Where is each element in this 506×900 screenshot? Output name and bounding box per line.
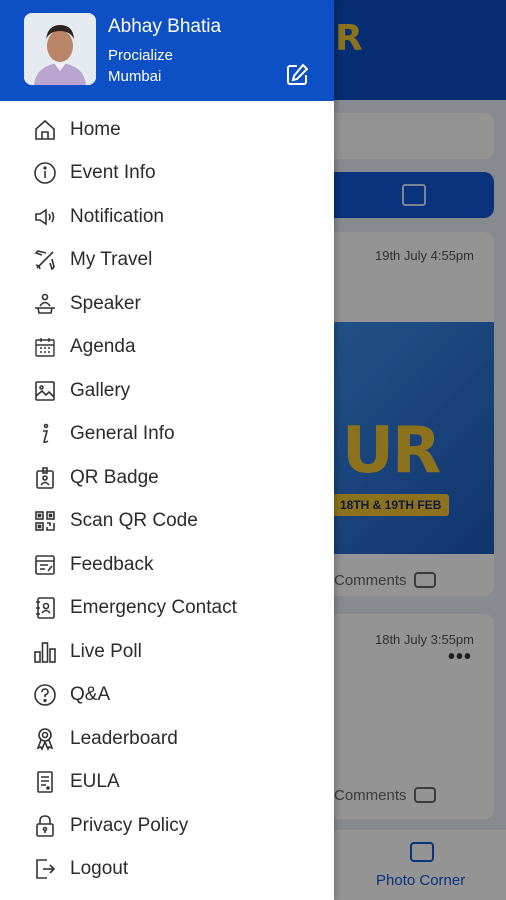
info-icon <box>32 160 58 186</box>
menu-item-qr-badge[interactable]: QR Badge <box>0 456 334 500</box>
calendar-icon <box>32 334 58 360</box>
avatar[interactable] <box>24 13 96 85</box>
info-italic-icon <box>32 421 58 447</box>
menu-item-general-info[interactable]: General Info <box>0 413 334 457</box>
menu-item-emergency-contact[interactable]: Emergency Contact <box>0 587 334 631</box>
drawer-menu: Home Event Info Notification My Travel S… <box>0 108 334 891</box>
menu-item-notification[interactable]: Notification <box>0 195 334 239</box>
menu-item-home[interactable]: Home <box>0 108 334 152</box>
menu-item-event-info[interactable]: Event Info <box>0 152 334 196</box>
menu-label: Feedback <box>70 553 154 575</box>
menu-item-eula[interactable]: EULA <box>0 761 334 805</box>
user-city: Mumbai <box>108 68 162 85</box>
menu-label: General Info <box>70 423 175 445</box>
home-icon <box>32 117 58 143</box>
profile-header: Abhay Bhatia Procialize Mumbai <box>0 0 334 101</box>
menu-label: Emergency Contact <box>70 597 237 619</box>
feedback-icon <box>32 552 58 578</box>
menu-item-my-travel[interactable]: My Travel <box>0 239 334 283</box>
menu-label: Scan QR Code <box>70 510 198 532</box>
menu-label: Gallery <box>70 379 131 401</box>
trophy-icon <box>32 726 58 752</box>
image-icon <box>32 378 58 404</box>
menu-label: Live Poll <box>70 640 142 662</box>
menu-item-scan-qr-code[interactable]: Scan QR Code <box>0 500 334 544</box>
menu-label: Q&A <box>70 684 111 706</box>
menu-item-feedback[interactable]: Feedback <box>0 543 334 587</box>
menu-label: Home <box>70 118 121 140</box>
menu-label: EULA <box>70 771 120 793</box>
user-name: Abhay Bhatia <box>108 16 222 37</box>
menu-label: Logout <box>70 858 129 880</box>
qr-icon <box>32 508 58 534</box>
menu-label: Notification <box>70 205 164 227</box>
menu-item-leaderboard[interactable]: Leaderboard <box>0 717 334 761</box>
menu-item-speaker[interactable]: Speaker <box>0 282 334 326</box>
speaker-icon <box>32 204 58 230</box>
lock-icon <box>32 813 58 839</box>
menu-item-qa[interactable]: Q&A <box>0 674 334 718</box>
podium-icon <box>32 291 58 317</box>
badge-icon <box>32 465 58 491</box>
logout-icon <box>32 856 58 882</box>
question-icon <box>32 682 58 708</box>
menu-item-live-poll[interactable]: Live Poll <box>0 630 334 674</box>
airplane-icon <box>32 247 58 273</box>
document-icon <box>32 769 58 795</box>
bar-chart-icon <box>32 639 58 665</box>
menu-label: Leaderboard <box>70 727 178 749</box>
user-company: Procialize <box>108 47 174 64</box>
menu-label: QR Badge <box>70 466 159 488</box>
menu-item-logout[interactable]: Logout <box>0 848 334 892</box>
menu-label: Speaker <box>70 292 141 314</box>
menu-item-privacy-policy[interactable]: Privacy Policy <box>0 804 334 848</box>
menu-label: Agenda <box>70 336 136 358</box>
menu-label: My Travel <box>70 249 153 271</box>
menu-item-agenda[interactable]: Agenda <box>0 326 334 370</box>
menu-label: Privacy Policy <box>70 814 189 836</box>
contact-book-icon <box>32 595 58 621</box>
menu-label: Event Info <box>70 162 156 184</box>
menu-item-gallery[interactable]: Gallery <box>0 369 334 413</box>
edit-profile-icon[interactable] <box>284 62 310 88</box>
navigation-drawer: Abhay Bhatia Procialize Mumbai Home Even… <box>0 0 334 900</box>
